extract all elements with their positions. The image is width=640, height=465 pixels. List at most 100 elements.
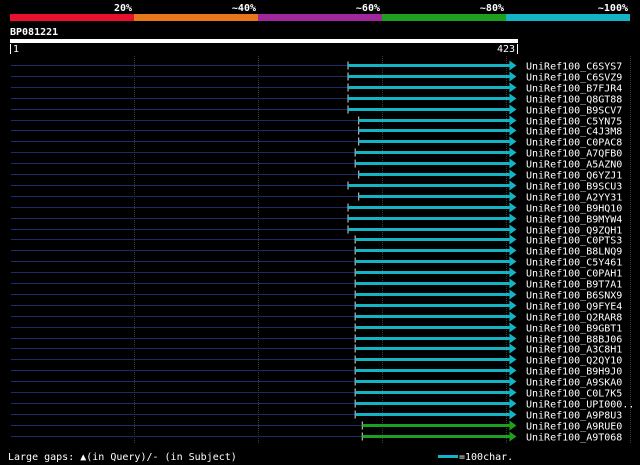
hit-label: UniRef100_Q6YZJ1 [526, 171, 622, 182]
query-bar [10, 39, 518, 43]
query-start-label: 1 [13, 44, 19, 55]
hit-label: UniRef100_C4J3M8 [526, 127, 622, 138]
hit-label: UniRef100_Q2RAR8 [526, 313, 622, 324]
hit-arrow [509, 82, 517, 93]
hit-aligned-bar [348, 206, 510, 209]
scale-label: =100char. [459, 452, 513, 463]
hit-aligned-bar [348, 64, 510, 67]
hit-aligned-bar [355, 337, 510, 340]
hit-label: UniRef100_C6SVZ9 [526, 73, 622, 84]
hit-row: UniRef100_C4J3M8 [11, 125, 622, 138]
hit-label: UniRef100_B9MYW4 [526, 215, 622, 226]
hit-label: UniRef100_C6SYS7 [526, 62, 622, 73]
legend-label: ~100% [598, 3, 628, 14]
hit-arrow [509, 409, 517, 420]
large-gaps-legend: Large gaps: ▲(in Query)/- (in Subject) [8, 452, 237, 463]
hit-label: UniRef100_B7FJR4 [526, 84, 622, 95]
hit-label: UniRef100_A9RUE0 [526, 422, 622, 433]
legend-swatch [382, 14, 506, 21]
hit-label: UniRef100_Q8GT88 [526, 95, 622, 106]
hit-arrow [509, 300, 517, 311]
hit-row: UniRef100_A9T068 [11, 431, 622, 444]
hit-aligned-bar [355, 271, 510, 274]
hit-aligned-bar [362, 424, 510, 427]
hit-row: UniRef100_C0PTS3 [11, 234, 622, 247]
hit-row: UniRef100_UPI000.. [11, 398, 634, 411]
hit-row: UniRef100_B9MYW4 [11, 213, 622, 226]
hit-row: UniRef100_C0L7K5 [11, 387, 622, 400]
hit-arrow [509, 365, 517, 376]
hit-aligned-bar [358, 119, 510, 122]
hit-label: UniRef100_Q9FYE4 [526, 302, 622, 313]
hit-aligned-bar [355, 391, 510, 394]
hit-row: UniRef100_A9P8U3 [11, 409, 622, 422]
hit-row: UniRef100_B9SCV7 [11, 104, 622, 117]
hit-aligned-bar [355, 282, 510, 285]
hit-row: UniRef100_B9GBT1 [11, 322, 622, 335]
hit-row: UniRef100_A2YY31 [11, 191, 622, 204]
hit-aligned-bar [355, 315, 510, 318]
hit-arrow [509, 180, 517, 191]
hit-label: UniRef100_B9T7A1 [526, 280, 622, 291]
hit-arrow [509, 278, 517, 289]
hit-row: UniRef100_C6SVZ9 [11, 71, 622, 84]
hit-label: UniRef100_A2YY31 [526, 193, 622, 204]
hit-list: UniRef100_C6SYS7UniRef100_C6SVZ9UniRef10… [11, 60, 634, 444]
hit-row: UniRef100_Q8GT88 [11, 93, 622, 106]
hit-label: UniRef100_A9SKA0 [526, 378, 622, 389]
hit-arrow [509, 256, 517, 267]
hit-aligned-bar [355, 380, 510, 383]
legend-label: ~40% [232, 3, 256, 14]
alignment-chart: 20% ~40% ~60% ~80% ~100% BP081221 1 423 UniRe… [8, 3, 634, 463]
hit-label: UniRef100_C0PAH1 [526, 269, 622, 280]
hit-arrow [509, 191, 517, 202]
hit-arrow [509, 104, 517, 115]
legend-label: ~80% [480, 3, 504, 14]
hit-aligned-bar [355, 326, 510, 329]
hit-aligned-bar [362, 435, 510, 438]
hit-arrow [509, 267, 517, 278]
hit-arrow [509, 169, 517, 180]
hit-aligned-bar [355, 304, 510, 307]
hit-arrow [509, 398, 517, 409]
hit-label: UniRef100_B9SCU3 [526, 182, 622, 193]
hit-label: UniRef100_C0PAC8 [526, 138, 622, 149]
hit-aligned-bar [348, 75, 510, 78]
hit-row: UniRef100_B9H9J0 [11, 365, 622, 378]
hit-row: UniRef100_C5Y461 [11, 256, 622, 269]
legend-swatch [10, 14, 134, 21]
hit-row: UniRef100_B6SNX9 [11, 289, 622, 302]
hit-arrow [509, 311, 517, 322]
hit-row: UniRef100_Q6YZJ1 [11, 169, 622, 182]
query-end-label: 423 [497, 44, 515, 55]
hit-aligned-bar [348, 108, 510, 111]
hit-row: UniRef100_A3C8H1 [11, 343, 622, 356]
hit-aligned-bar [348, 184, 510, 187]
hit-arrow [509, 431, 517, 442]
hit-row: UniRef100_A5AZN0 [11, 158, 622, 171]
identity-legend: 20% ~40% ~60% ~80% ~100% [10, 3, 630, 21]
hit-aligned-bar [355, 238, 510, 241]
query-id: BP081221 [10, 27, 58, 38]
hit-aligned-bar [348, 217, 510, 220]
hit-row: UniRef100_A9RUE0 [11, 420, 622, 433]
hit-row: UniRef100_C6SYS7 [11, 60, 622, 73]
hit-aligned-bar [358, 173, 510, 176]
hit-arrow [509, 387, 517, 398]
hit-row: UniRef100_C0PAC8 [11, 136, 622, 149]
hit-aligned-bar [355, 413, 510, 416]
hit-aligned-bar [355, 402, 510, 405]
hit-aligned-bar [355, 293, 510, 296]
hit-arrow [509, 202, 517, 213]
hit-arrow [509, 158, 517, 169]
hit-aligned-bar [358, 129, 510, 132]
hit-arrow [509, 333, 517, 344]
hit-arrow [509, 234, 517, 245]
hit-row: UniRef100_C0PAH1 [11, 267, 622, 280]
hit-aligned-bar [355, 358, 510, 361]
hit-row: UniRef100_Q2RAR8 [11, 311, 622, 324]
hit-label: UniRef100_A9T068 [526, 433, 622, 444]
legend-label: ~60% [356, 3, 380, 14]
hit-label: UniRef100_B9SCV7 [526, 106, 622, 117]
hit-aligned-bar [348, 86, 510, 89]
